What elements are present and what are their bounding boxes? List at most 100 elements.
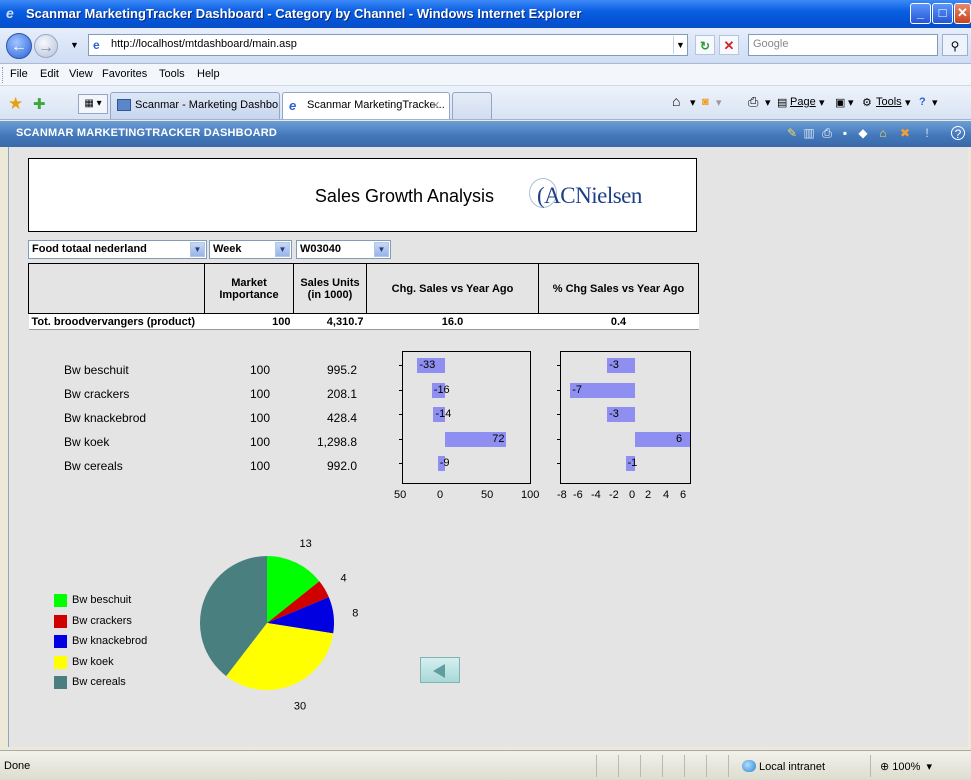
tab-marketing-dashboard[interactable]: Scanmar - Marketing Dashbo... [110, 92, 280, 119]
period-type-select[interactable]: Week ▼ [209, 240, 292, 259]
tab-marketingtracker-active[interactable]: e Scanmar MarketingTracke... ✕ [282, 92, 450, 119]
arrow-left-icon [433, 664, 445, 678]
menu-edit[interactable]: Edit [40, 68, 59, 80]
recent-pages-dropdown[interactable]: ▼ [70, 40, 79, 50]
period-select[interactable]: W03040 ▼ [296, 240, 391, 259]
header-pct-chg-sales: % Chg Sales vs Year Ago [538, 263, 699, 314]
menu-tools[interactable]: Tools [159, 68, 185, 80]
export-icon[interactable]: ✎ [785, 126, 799, 140]
research-icon[interactable]: ▣ [835, 96, 845, 109]
pie-slice-label: 8 [352, 607, 358, 619]
axis-tick-mark [557, 390, 561, 391]
axis-tick-label: 6 [680, 489, 687, 501]
axis-tick-label: 2 [645, 489, 652, 501]
forward-button[interactable]: → [34, 34, 58, 58]
address-dropdown-button[interactable]: ▼ [673, 36, 687, 54]
axis-tick-label: 50 [481, 489, 494, 501]
menu-view[interactable]: View [69, 68, 93, 80]
settings-icon[interactable]: ◆ [856, 126, 870, 140]
favorites-star-icon[interactable]: ★ [8, 94, 23, 114]
search-icon[interactable]: ⚲ [942, 34, 968, 56]
axis-tick-mark [399, 390, 403, 391]
axis-tick-label: -8 [557, 489, 567, 501]
save-icon[interactable]: ▪ [838, 126, 852, 140]
search-input[interactable]: Google [748, 34, 938, 56]
home-icon[interactable]: ⌂ [876, 126, 890, 140]
page-dropdown-icon[interactable]: ▾ [819, 96, 825, 109]
pie-legend: Bw beschuit Bw crackers Bw knackebrod Bw ko… [54, 594, 174, 694]
maximize-button[interactable]: □ [932, 3, 953, 24]
refresh-button[interactable]: ↻ [695, 35, 715, 55]
logo-text: ACNielsen [544, 183, 642, 208]
address-bar[interactable]: e http://localhost/mtdashboard/main.asp [88, 34, 688, 56]
bar-label: -9 [439, 457, 450, 469]
period-type-value: Week [213, 243, 242, 255]
back-button[interactable]: ← [6, 33, 32, 59]
menu-favorites[interactable]: Favorites [102, 68, 147, 80]
row-label: Bw cereals [64, 459, 123, 473]
help-dropdown-icon[interactable]: ▾ [932, 96, 938, 109]
row-units: 995.2 [326, 363, 357, 377]
axis-tick-label: 50 [394, 489, 407, 501]
status-bar: Done Local intranet ⊕ 100% ▾ [0, 750, 971, 780]
home-icon[interactable]: ⌂ [672, 93, 680, 109]
security-zone: Local intranet [742, 760, 825, 773]
row-units: 1,298.8 [316, 435, 357, 449]
axis-tick-mark [557, 365, 561, 366]
row-importance: 100 [249, 459, 270, 473]
total-row: Tot. broodvervangers (product) 100 4,310… [28, 313, 699, 330]
ie-page-icon: e [289, 98, 297, 113]
print-icon[interactable]: ⎙ [748, 94, 758, 110]
back-nav-button[interactable] [420, 657, 460, 683]
pct-chg-sales-axis: -8 -6 -4 -2 0 2 4 6 [549, 489, 709, 503]
close-window-button[interactable]: ✕ [954, 3, 971, 24]
feeds-icon[interactable]: ◙ [702, 96, 709, 108]
help-icon[interactable]: ? [951, 126, 965, 141]
dashboard-content: Sales Growth Analysis (ACNielsen Food to… [8, 147, 968, 747]
total-label: Tot. broodvervangers (product) [28, 313, 205, 330]
ie-logo-icon: e [6, 5, 14, 21]
minimize-button[interactable]: _ [910, 3, 931, 24]
exit-icon[interactable]: ✖ [898, 126, 912, 140]
sales-table: Market Importance Sales Units (in 1000) … [28, 263, 699, 330]
stop-button[interactable]: ✕ [719, 35, 739, 55]
header-chg-sales: Chg. Sales vs Year Ago [366, 263, 539, 314]
chart-icon[interactable]: ▥ [802, 126, 816, 140]
page-menu-button[interactable]: Page [790, 96, 816, 108]
quick-tabs-button[interactable]: ▦ ▾ [78, 94, 108, 114]
menu-file[interactable]: File [10, 68, 28, 80]
legend-swatch [54, 594, 67, 607]
close-tab-icon[interactable]: ✕ [431, 99, 440, 112]
print-dropdown-icon[interactable]: ▾ [765, 96, 771, 109]
axis-tick-mark [399, 365, 403, 366]
row-units: 208.1 [326, 387, 357, 401]
legend-swatch [54, 655, 67, 669]
legend-label: Bw koek [72, 655, 114, 668]
print-icon[interactable]: ⎙ [820, 126, 834, 140]
row-importance: 100 [249, 411, 270, 425]
axis-tick-mark [557, 463, 561, 464]
zoom-control[interactable]: ⊕ 100% ▾ [880, 760, 932, 773]
research-dropdown-icon[interactable]: ▾ [848, 96, 854, 109]
info-icon[interactable]: ! [920, 126, 934, 140]
page-menu-icon: ▤ [777, 97, 788, 109]
home-dropdown-icon[interactable]: ▾ [690, 96, 696, 109]
menu-help[interactable]: Help [197, 68, 220, 80]
url-text: http://localhost/mtdashboard/main.asp [111, 38, 297, 50]
axis-tick-label: 100 [521, 489, 540, 501]
tools-menu-button[interactable]: Tools [876, 96, 902, 108]
add-favorites-icon[interactable]: ✚ [33, 95, 46, 113]
header-sales-units: Sales Units (in 1000) [293, 263, 367, 314]
help-icon[interactable]: ? [919, 96, 926, 108]
zoom-level: 100% [892, 761, 921, 773]
new-tab-button[interactable] [452, 92, 492, 119]
toolbar-grip [2, 67, 5, 83]
bar-label: -1 [627, 457, 638, 469]
chg-sales-axis: 50 0 50 100 [389, 489, 549, 503]
axis-tick-label: 4 [663, 489, 670, 501]
chg-sales-bar-chart: -33 -16 -14 72 -9 [399, 351, 531, 484]
chevron-down-icon: ▼ [374, 242, 389, 257]
market-select[interactable]: Food totaal nederland ▼ [28, 240, 207, 259]
tools-dropdown-icon[interactable]: ▾ [905, 96, 911, 109]
pct-chg-sales-bar-chart: -3 -7 -3 6 -1 [557, 351, 691, 484]
